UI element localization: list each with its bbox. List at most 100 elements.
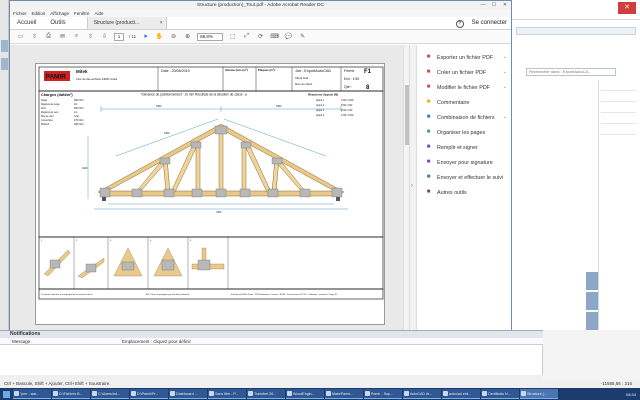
support-left	[102, 197, 106, 201]
email-icon[interactable]: ✉	[58, 32, 67, 41]
document-viewport[interactable]: PAMIR Mitek Clos rue des archivés 44000 …	[10, 45, 409, 330]
charge-line: Régions de neige	[41, 103, 60, 106]
system-clock[interactable]: 08:34	[626, 392, 640, 397]
tools-pane-toggle[interactable]: ›	[409, 45, 417, 330]
minimize-icon[interactable]: —	[479, 2, 487, 8]
site-label: Nom de client	[295, 82, 312, 86]
more-tools-icon: ■	[426, 189, 431, 195]
charge-value: rural	[74, 115, 79, 118]
page-number-input[interactable]: 1	[114, 32, 124, 41]
taskbar-item[interactable]: Sans titre - P...	[208, 389, 246, 399]
hand-tool-icon[interactable]: ✋	[155, 32, 164, 41]
taskbar-item[interactable]: D:\Fichiers B...	[52, 389, 90, 399]
detail-sketches	[43, 247, 225, 279]
menu-help[interactable]: Aide	[94, 10, 103, 17]
background-search-input[interactable]: Rechercher dans : ExportAutoCA...	[526, 68, 616, 76]
next-page-icon[interactable]: ⇩	[100, 32, 109, 41]
taskbar-item[interactable]: C:\Users\ed...	[91, 389, 129, 399]
autocad-left-strip	[0, 0, 9, 330]
ferme-label: Ferme	[344, 69, 354, 73]
save-icon[interactable]: ▭	[16, 32, 25, 41]
scale-label: Ech : 1:50	[344, 77, 359, 81]
menu-file[interactable]: Fichier	[13, 10, 27, 17]
chevron-right-icon[interactable]: ›	[411, 183, 413, 189]
detail-label: 4	[150, 240, 152, 242]
tool-label: Créer un fichier PDF	[437, 69, 487, 76]
tool-label: Envoyer et effectuer le suivi	[437, 174, 504, 181]
reaction-row: Appui 3	[316, 109, 325, 112]
prev-page-icon[interactable]: ⇧	[86, 32, 95, 41]
header-right: ? Se connecter	[455, 17, 507, 30]
plaques-label: Plaques (m²)	[258, 68, 275, 72]
tab-document[interactable]: Structure (producti... ×	[86, 17, 167, 30]
zoom-level-select[interactable]: 88,8%	[197, 32, 224, 41]
zoom-out-icon[interactable]: ⊖	[169, 32, 178, 41]
tool-organize-pages[interactable]: ■ Organiser les pages	[425, 128, 507, 137]
dim-rafter: 3350	[164, 132, 170, 135]
start-button[interactable]	[0, 388, 12, 400]
comment-icon[interactable]: 💬	[284, 32, 293, 41]
maximize-icon[interactable]: ☐	[490, 2, 498, 8]
taskbar-item[interactable]: Pamir - Sup...	[364, 389, 402, 399]
taskbar-item[interactable]: Certificats N...	[481, 389, 519, 399]
menu-window[interactable]: Fenêtre	[74, 10, 90, 17]
search-icon[interactable]: ⌕	[72, 32, 81, 41]
taskbar-item[interactable]: Dashboard ...	[169, 389, 207, 399]
taskbar-item[interactable]: "pmr - war...	[13, 389, 51, 399]
taskbar-item[interactable]: MakePamir...	[325, 389, 363, 399]
menu-edit[interactable]: Edition	[32, 10, 46, 17]
tool-fill-sign[interactable]: ■ Remplir et signer	[425, 143, 507, 152]
menu-view[interactable]: Affichage	[50, 10, 69, 17]
taskbar-item[interactable]: AutoCAD dr...	[403, 389, 441, 399]
tool-create-pdf[interactable]: ■ Créer un fichier PDF ⌄	[425, 68, 507, 77]
menu-bar: Fichier Edition Affichage Fenêtre Aide	[10, 10, 511, 17]
pen-icon[interactable]: ✎	[298, 32, 307, 41]
fit-page-icon[interactable]: ⤢	[242, 32, 251, 41]
taskbar-item[interactable]: Structure (...	[520, 389, 558, 399]
background-title-bar: ✕	[512, 0, 640, 20]
notifications-list[interactable]	[0, 345, 543, 375]
zoom-in-icon[interactable]: ⊕	[183, 32, 192, 41]
tab-home[interactable]: Accueil	[10, 17, 43, 29]
footer-mid: M-L Toute loi protégée par les droits d'…	[146, 293, 189, 296]
taskbar-item[interactable]: Transfert 20...	[247, 389, 285, 399]
tolerance-text: Tolérance de positionnement : 10 mm Résu…	[141, 93, 247, 97]
charge-value: A2	[74, 103, 78, 106]
chevron-down-icon[interactable]: ⌄	[503, 114, 507, 120]
keyboard-icon[interactable]: ⌨	[270, 32, 279, 41]
marquee-zoom-icon[interactable]: ⬚	[228, 32, 237, 41]
close-icon[interactable]: ✕	[501, 2, 509, 8]
chevron-down-icon[interactable]: ⌄	[503, 84, 507, 90]
notifications-title: Notifications	[0, 331, 543, 338]
windows-icon	[2, 390, 10, 398]
charge-line: Couverture	[41, 119, 53, 122]
help-icon[interactable]: ?	[455, 19, 464, 28]
tool-send-signature[interactable]: ■ Envoyer pour signature	[425, 158, 507, 167]
status-hint: Ctrl + Bascule, Shift + Ajouter, Ctrl+Sh…	[4, 381, 111, 386]
signin-link[interactable]: Se connecter	[472, 17, 507, 30]
taskbar-item[interactable]: D:\Pamir\Pr...	[130, 389, 168, 399]
left-panel-tab[interactable]	[1, 40, 8, 52]
select-cursor-icon[interactable]: ➤	[141, 32, 150, 41]
tool-combine-files[interactable]: ■ Combinaison de fichiers ⌄	[425, 113, 507, 122]
tool-export-pdf[interactable]: ■ Exporter un fichier PDF ⌄	[425, 53, 507, 62]
close-icon[interactable]: ✕	[618, 2, 636, 14]
chevron-down-icon[interactable]: ⌄	[503, 69, 507, 75]
tool-label: Remplir et signer	[437, 144, 478, 151]
chevron-down-icon[interactable]: ⌄	[503, 54, 507, 60]
tab-tools[interactable]: Outils	[43, 17, 72, 29]
taskbar-item[interactable]: WoodEngin...	[286, 389, 324, 399]
print-icon[interactable]: ⎙	[44, 32, 53, 41]
tool-comment[interactable]: ■ Commentaire	[425, 98, 507, 107]
col-message[interactable]: Message	[0, 338, 110, 344]
tool-edit-pdf[interactable]: ■ Modifier le fichier PDF ⌄	[425, 83, 507, 92]
tool-more-tools[interactable]: ■ Autres outils	[425, 188, 507, 197]
left-panel-tab[interactable]	[1, 58, 8, 70]
close-icon[interactable]: ×	[160, 17, 163, 30]
col-location[interactable]: Emplacement : cliquez pour définir	[110, 338, 191, 344]
charge-line: Régions de vent	[41, 111, 59, 114]
rotate-icon[interactable]: ⟳	[256, 32, 265, 41]
taskbar-item[interactable]: autocad exil...	[442, 389, 480, 399]
tool-send-track[interactable]: ■ Envoyer et effectuer le suivi	[425, 173, 507, 182]
upload-icon[interactable]: ⇧	[30, 32, 39, 41]
